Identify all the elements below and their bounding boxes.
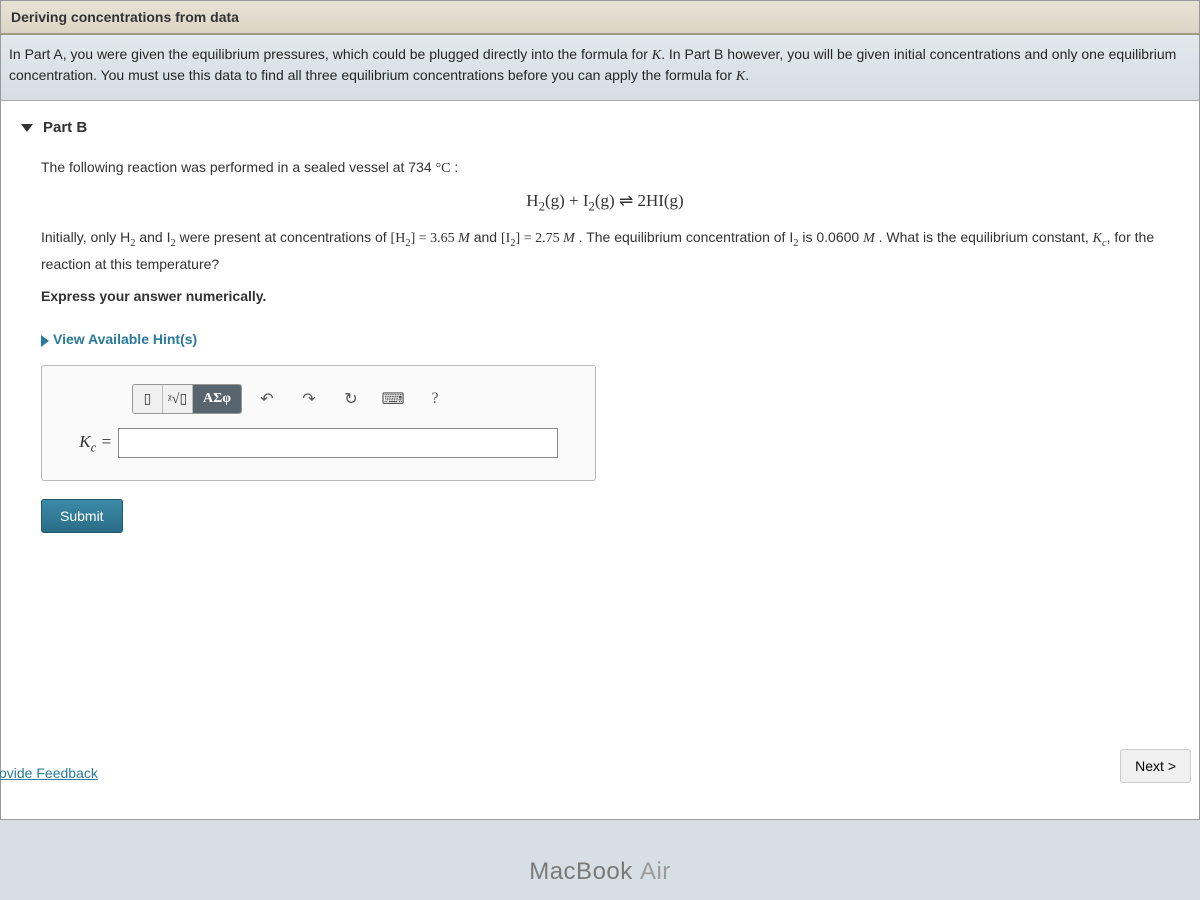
greek-button[interactable]: ΑΣφ bbox=[193, 385, 241, 413]
redo-button[interactable]: ↷ bbox=[292, 385, 326, 413]
q2-e: is 0.0600 bbox=[798, 229, 863, 245]
q2-eq2: = 2.75 bbox=[520, 231, 563, 246]
intro-text-1: In Part A, you were given the equilibriu… bbox=[9, 46, 652, 62]
equation-toolbar: ▯ ᵡ√▯ ΑΣφ ↶ ↷ ↻ ⌨ ? bbox=[132, 384, 577, 414]
q-line1-b: : bbox=[451, 159, 459, 175]
equation: H2(g) + I2(g) ⇌ 2HI(g) bbox=[41, 191, 1169, 214]
intro-k1: K bbox=[652, 48, 661, 63]
q-line1-a: The following reaction was performed in … bbox=[41, 159, 436, 175]
expand-icon bbox=[41, 335, 49, 347]
part-label: Part B bbox=[43, 119, 87, 136]
kc-eq: = bbox=[96, 432, 112, 451]
help-button[interactable]: ? bbox=[418, 385, 452, 413]
submit-button[interactable]: Submit bbox=[41, 499, 123, 533]
intro-text: In Part A, you were given the equilibriu… bbox=[1, 35, 1199, 101]
q2-b: and I bbox=[135, 229, 170, 245]
provide-feedback-link[interactable]: ovide Feedback bbox=[0, 765, 98, 781]
next-button[interactable]: Next > bbox=[1120, 749, 1191, 783]
keyboard-button[interactable]: ⌨ bbox=[376, 385, 410, 413]
intro-k2: K bbox=[736, 69, 745, 84]
device-brand: MacBook bbox=[529, 858, 633, 885]
device-model: Air bbox=[640, 858, 671, 885]
answer-instruction: Express your answer numerically. bbox=[41, 285, 1169, 307]
templates-button[interactable]: ▯ bbox=[133, 385, 163, 413]
q2-m2: M bbox=[563, 231, 575, 246]
q-line1-deg: °C bbox=[436, 161, 451, 176]
answer-area: ▯ ᵡ√▯ ΑΣφ ↶ ↷ ↻ ⌨ ? Kc = bbox=[41, 365, 596, 481]
undo-button[interactable]: ↶ bbox=[250, 385, 284, 413]
q2-eq1: = 3.65 bbox=[415, 231, 458, 246]
answer-input[interactable] bbox=[118, 428, 558, 458]
device-label: MacBook Air bbox=[0, 858, 1200, 886]
view-hints-link[interactable]: View Available Hint(s) bbox=[41, 331, 197, 347]
reset-button[interactable]: ↻ bbox=[334, 385, 368, 413]
q2-c: were present at concentrations of bbox=[176, 229, 391, 245]
collapse-icon bbox=[21, 124, 33, 132]
root-button[interactable]: ᵡ√▯ bbox=[163, 385, 193, 413]
q2-f: . What is the equilibrium constant, bbox=[875, 229, 1093, 245]
section-header: Deriving concentrations from data bbox=[1, 1, 1199, 35]
question-line-2: Initially, only H2 and I2 were present a… bbox=[41, 226, 1169, 275]
part-bar[interactable]: Part B bbox=[1, 101, 1199, 146]
hints-label: View Available Hint(s) bbox=[53, 331, 197, 347]
q2-m1: M bbox=[458, 231, 470, 246]
kc-label: Kc = bbox=[60, 432, 112, 455]
q2-a: Initially, only H bbox=[41, 229, 130, 245]
intro-text-3: . bbox=[745, 67, 749, 83]
q2-m3: M bbox=[863, 231, 875, 246]
kc-prefix: K bbox=[79, 432, 90, 451]
q2-and: and bbox=[470, 229, 501, 245]
q2-d: . The equilibrium concentration of I bbox=[575, 229, 793, 245]
question-line-1: The following reaction was performed in … bbox=[41, 156, 1169, 180]
q2-kc: K bbox=[1093, 231, 1102, 246]
